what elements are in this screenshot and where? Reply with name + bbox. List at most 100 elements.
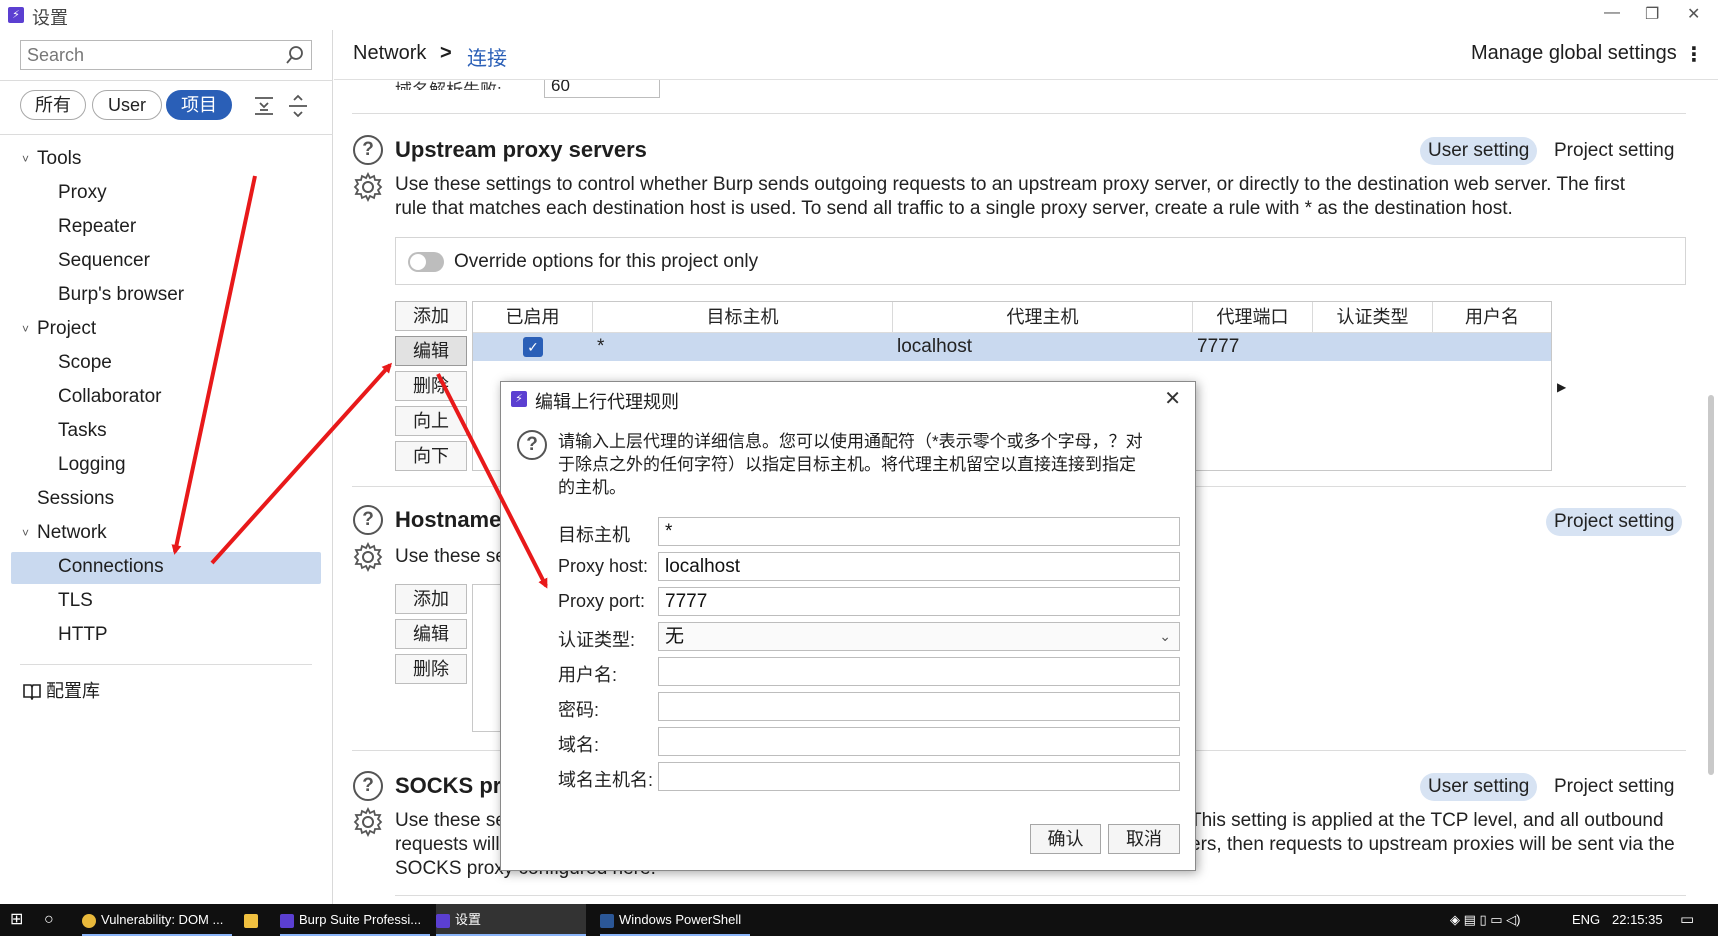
search-input[interactable]: Search xyxy=(20,40,312,70)
tree-item-tls[interactable]: TLS xyxy=(58,586,93,616)
enabled-checkbox[interactable]: ✓ xyxy=(523,337,543,357)
tree-item-tasks[interactable]: Tasks xyxy=(58,416,107,446)
tray-icons[interactable]: ◈ ▤ ▯ ▭ ◁) xyxy=(1450,904,1521,936)
project-setting-badge[interactable]: Project setting xyxy=(1546,137,1682,165)
column-header-proxy-port[interactable]: 代理端口 xyxy=(1193,302,1313,332)
search-icon[interactable]: ○ xyxy=(44,904,54,936)
target-host-field[interactable]: * xyxy=(658,517,1180,546)
chevron-right-icon: > xyxy=(440,42,452,64)
tree-item-repeater[interactable]: Repeater xyxy=(58,212,136,242)
expand-all-icon[interactable] xyxy=(286,94,310,118)
domain-field[interactable] xyxy=(658,727,1180,756)
tree-item-tools[interactable]: Tools xyxy=(37,144,81,174)
auth-type-select[interactable]: 无 ⌄ xyxy=(658,622,1180,651)
windows-start-icon[interactable]: ⊞ xyxy=(10,904,23,936)
password-field[interactable] xyxy=(658,692,1180,721)
manage-global-settings-link[interactable]: Manage global settings xyxy=(1471,42,1677,65)
taskbar-explorer[interactable] xyxy=(244,904,264,936)
config-library-link[interactable]: 配置库 xyxy=(46,676,100,706)
scrollbar-thumb[interactable] xyxy=(1708,395,1714,775)
scroll-right-icon[interactable]: ▶ xyxy=(1557,380,1566,394)
add-rule-button[interactable]: 添加 xyxy=(395,301,467,331)
help-icon: ? xyxy=(517,430,547,460)
filter-all[interactable]: 所有 xyxy=(20,90,86,120)
restore-icon[interactable]: ❐ xyxy=(1645,4,1659,24)
override-toggle[interactable] xyxy=(408,252,444,272)
column-header-target-host[interactable]: 目标主机 xyxy=(593,302,893,332)
help-icon[interactable]: ? xyxy=(353,771,383,801)
column-header-auth-type[interactable]: 认证类型 xyxy=(1313,302,1433,332)
tree-item-network[interactable]: Network xyxy=(37,518,107,548)
tree-item-sessions[interactable]: Sessions xyxy=(37,484,114,514)
username-label: 用户名: xyxy=(558,665,618,685)
taskbar-chrome[interactable]: Vulnerability: DOM ... xyxy=(82,904,232,936)
breadcrumb-current: 连接 xyxy=(467,48,507,70)
folder-icon xyxy=(244,913,258,928)
edit-upstream-proxy-dialog: ⚡ 编辑上行代理规则 ✕ ? 请输入上层代理的详细信息。您可以使用通配符（*表示… xyxy=(500,381,1196,871)
socks-description-left2: requests will xyxy=(395,834,500,855)
windows-taskbar: ⊞ ○ Vulnerability: DOM ... Burp Suite Pr… xyxy=(0,904,1718,936)
close-icon[interactable]: ✕ xyxy=(1687,4,1700,24)
proxy-port-field[interactable]: 7777 xyxy=(658,587,1180,616)
user-setting-badge[interactable]: User setting xyxy=(1420,137,1538,165)
tree-item-logging[interactable]: Logging xyxy=(58,450,126,480)
confirm-button[interactable]: 确认 xyxy=(1030,824,1101,854)
chevron-down-icon[interactable]: ˅ xyxy=(22,322,29,336)
burp-icon xyxy=(436,913,450,928)
help-icon[interactable]: ? xyxy=(353,135,383,165)
dialog-info-line3: 的主机。 xyxy=(558,478,626,497)
breadcrumb-network[interactable]: Network xyxy=(353,42,426,65)
project-setting-badge[interactable]: Project setting xyxy=(1546,773,1682,801)
tree-item-proxy[interactable]: Proxy xyxy=(58,178,107,208)
more-options-icon[interactable]: ⋮ xyxy=(1684,42,1704,67)
move-up-button[interactable]: 向上 xyxy=(395,406,467,436)
domain-hostname-label: 域名主机名: xyxy=(558,770,654,790)
filter-project[interactable]: 项目 xyxy=(166,90,232,120)
input-language[interactable]: ENG xyxy=(1572,904,1600,936)
collapse-all-icon[interactable] xyxy=(252,94,276,118)
clock[interactable]: 22:15:35 xyxy=(1612,904,1663,936)
taskbar-powershell[interactable]: Windows PowerShell xyxy=(600,904,750,936)
auth-type-value: 无 xyxy=(665,626,685,647)
domain-hostname-field[interactable] xyxy=(658,762,1180,791)
tree-item-sequencer[interactable]: Sequencer xyxy=(58,246,150,276)
chevron-down-icon[interactable]: ˅ xyxy=(22,152,29,166)
tree-item-collaborator[interactable]: Collaborator xyxy=(58,382,162,412)
username-field[interactable] xyxy=(658,657,1180,686)
gear-icon[interactable] xyxy=(353,172,383,202)
chevron-down-icon[interactable]: ˅ xyxy=(22,526,29,540)
minimize-icon[interactable]: — xyxy=(1604,4,1620,22)
tree-item-project[interactable]: Project xyxy=(37,314,96,344)
filter-user[interactable]: User xyxy=(92,90,162,120)
burp-icon xyxy=(280,913,294,928)
proxy-host-field[interactable]: localhost xyxy=(658,552,1180,581)
gear-icon[interactable] xyxy=(353,807,383,837)
close-icon[interactable]: ✕ xyxy=(1164,386,1181,411)
add-hostname-button[interactable]: 添加 xyxy=(395,584,467,614)
project-setting-badge[interactable]: Project setting xyxy=(1546,508,1683,536)
remove-rule-button[interactable]: 删除 xyxy=(395,371,467,401)
cancel-button[interactable]: 取消 xyxy=(1108,824,1180,854)
column-header-enabled[interactable]: 已启用 xyxy=(473,302,593,332)
tree-item-scope[interactable]: Scope xyxy=(58,348,112,378)
user-setting-badge[interactable]: User setting xyxy=(1420,773,1538,801)
column-header-proxy-host[interactable]: 代理主机 xyxy=(893,302,1193,332)
notification-icon[interactable]: ▭ xyxy=(1680,904,1694,936)
tree-item-burps-browser[interactable]: Burp's browser xyxy=(58,280,184,310)
help-icon[interactable]: ? xyxy=(353,505,383,535)
dns-failure-input[interactable]: 60 xyxy=(544,80,660,98)
taskbar-settings[interactable]: 设置 xyxy=(436,904,586,936)
taskbar-burp[interactable]: Burp Suite Professi... xyxy=(280,904,430,936)
tree-item-connections[interactable]: Connections xyxy=(58,552,164,582)
tree-item-http[interactable]: HTTP xyxy=(58,620,108,650)
move-down-button[interactable]: 向下 xyxy=(395,441,467,471)
burp-app-icon: ⚡ xyxy=(8,7,24,23)
edit-rule-button[interactable]: 编辑 xyxy=(395,336,467,366)
settings-sidebar: Search 所有 User 项目 ˅ Tools Proxy Repeater… xyxy=(0,30,333,905)
column-header-username[interactable]: 用户名 xyxy=(1433,302,1551,332)
edit-hostname-button[interactable]: 编辑 xyxy=(395,619,467,649)
search-icon xyxy=(286,46,303,64)
table-row[interactable] xyxy=(473,333,1551,361)
remove-hostname-button[interactable]: 删除 xyxy=(395,654,467,684)
gear-icon[interactable] xyxy=(353,542,383,572)
